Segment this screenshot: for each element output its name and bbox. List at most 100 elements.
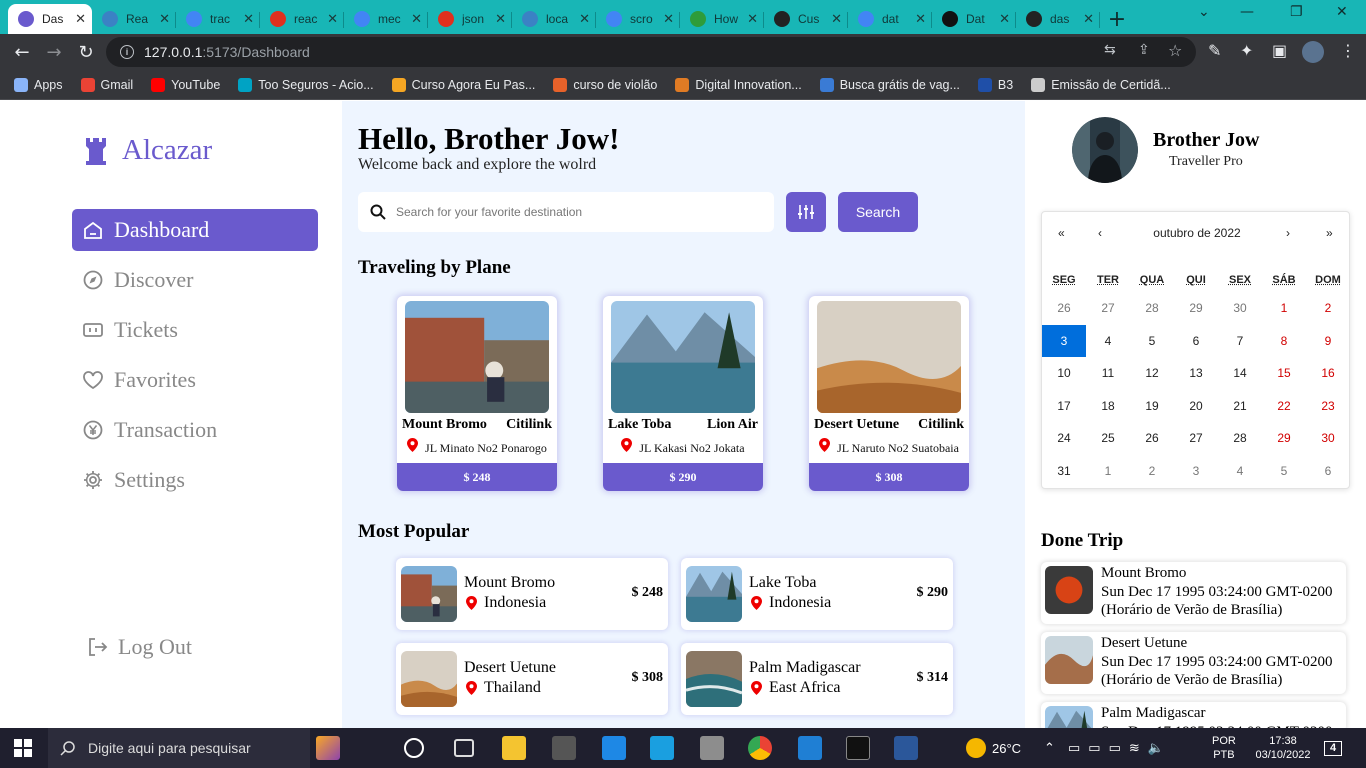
calendar-day[interactable]: 9 <box>1306 325 1350 357</box>
taskbar-l-app-icon[interactable] <box>650 736 674 760</box>
calendar-day[interactable]: 3 <box>1174 455 1218 487</box>
browser-tab[interactable]: json ✕ <box>428 4 512 34</box>
browser-tab[interactable]: scro ✕ <box>596 4 680 34</box>
calendar-day[interactable]: 4 <box>1218 455 1262 487</box>
taskbar-app-icon[interactable] <box>552 736 576 760</box>
tab-close-icon[interactable]: ✕ <box>411 11 422 27</box>
popular-card[interactable]: Desert Uetune Thailand $ 308 <box>396 643 668 715</box>
windows-start-icon[interactable] <box>14 739 32 757</box>
mail-icon[interactable] <box>602 736 626 760</box>
browser-tab[interactable]: dat ✕ <box>848 4 932 34</box>
browser-tab[interactable]: loca ✕ <box>512 4 596 34</box>
tray-system-icons[interactable]: ▭▭▭≋🔈 <box>1068 728 1172 768</box>
side-panel-icon[interactable]: ▣ <box>1272 41 1287 60</box>
bookmark-item[interactable]: YouTube <box>151 77 220 92</box>
calculator-icon[interactable] <box>700 736 724 760</box>
calendar-day[interactable]: 28 <box>1218 422 1262 454</box>
sidebar-item-settings[interactable]: Settings <box>72 459 318 501</box>
bookmark-item[interactable]: Emissão de Certidã... <box>1031 77 1171 92</box>
done-trip-item[interactable]: Desert Uetune Sun Dec 17 1995 03:24:00 G… <box>1041 632 1346 694</box>
tab-close-icon[interactable]: ✕ <box>495 11 506 27</box>
sidebar-item-discover[interactable]: Discover <box>72 259 318 301</box>
address-bar[interactable]: i 127.0.0.1:5173/Dashboard <box>106 37 1196 67</box>
calendar-day[interactable]: 1 <box>1262 292 1306 324</box>
calendar-day[interactable]: 2 <box>1306 292 1350 324</box>
close-window-icon[interactable]: ✕ <box>1336 4 1348 26</box>
calendar-day[interactable]: 14 <box>1218 357 1262 389</box>
calendar-day[interactable]: 5 <box>1262 455 1306 487</box>
extension-pen-icon[interactable]: ✎ <box>1208 41 1221 60</box>
calendar-day[interactable]: 29 <box>1262 422 1306 454</box>
browser-tab[interactable]: mec ✕ <box>344 4 428 34</box>
browser-tab[interactable]: How ✕ <box>680 4 764 34</box>
restore-icon[interactable]: ❐ <box>1290 4 1303 26</box>
vscode-icon[interactable] <box>798 736 822 760</box>
profile-avatar-icon[interactable] <box>1302 41 1324 63</box>
browser-tab[interactable]: Dat ✕ <box>932 4 1016 34</box>
sidebar-item-dashboard[interactable]: Dashboard <box>72 209 318 251</box>
new-tab-button[interactable]: + <box>1100 4 1134 34</box>
calendar-day[interactable]: 23 <box>1306 390 1350 422</box>
reload-icon[interactable]: ↻ <box>70 36 102 68</box>
calendar-day[interactable]: 6 <box>1306 455 1350 487</box>
destination-search-input[interactable]: Search for your favorite destination <box>358 192 774 232</box>
translate-icon[interactable]: ⇆ <box>1104 42 1116 58</box>
minimize-icon[interactable]: — <box>1240 4 1254 26</box>
word-icon[interactable] <box>894 736 918 760</box>
calendar-day[interactable]: 12 <box>1130 357 1174 389</box>
tab-close-icon[interactable]: ✕ <box>663 11 674 27</box>
calendar-day[interactable]: 27 <box>1174 422 1218 454</box>
bookmark-item[interactable]: Busca grátis de vag... <box>819 77 960 92</box>
task-view-icon[interactable] <box>404 738 424 758</box>
widgets-icon[interactable] <box>454 739 474 757</box>
terminal-icon[interactable] <box>846 736 870 760</box>
bookmark-item[interactable]: Gmail <box>80 77 133 92</box>
calendar-day[interactable]: 30 <box>1306 422 1350 454</box>
bookmark-item[interactable]: B3 <box>977 77 1013 92</box>
plane-card[interactable]: Lake Toba Lion Air JL Kakasi No2 Jokata … <box>603 296 763 491</box>
taskbar-app-art-icon[interactable] <box>316 736 340 760</box>
tab-search-icon[interactable]: ⌄ <box>1198 4 1210 26</box>
user-avatar[interactable] <box>1072 117 1138 183</box>
tab-close-icon[interactable]: ✕ <box>159 11 170 27</box>
browser-tab[interactable]: Rea ✕ <box>92 4 176 34</box>
calendar-day[interactable]: 10 <box>1042 357 1086 389</box>
calendar-day[interactable]: 30 <box>1218 292 1262 324</box>
browser-menu-icon[interactable]: ⋮ <box>1340 41 1356 60</box>
search-button[interactable]: Search <box>838 192 918 232</box>
tab-close-icon[interactable]: ✕ <box>1083 11 1094 27</box>
popular-card[interactable]: Palm Madigascar East Africa $ 314 <box>681 643 953 715</box>
tray-chevron-icon[interactable]: ⌃ <box>1044 728 1055 768</box>
calendar-day[interactable]: 6 <box>1174 325 1218 357</box>
calendar-day[interactable]: 18 <box>1086 390 1130 422</box>
sidebar-item-transaction[interactable]: Transaction <box>72 409 318 451</box>
bookmark-item[interactable]: Curso Agora Eu Pas... <box>391 77 535 92</box>
calendar-prev-month-button[interactable]: ‹ <box>1098 226 1102 240</box>
price-bar[interactable]: $ 290 <box>603 463 763 491</box>
browser-tab[interactable]: Cus ✕ <box>764 4 848 34</box>
calendar-day[interactable]: 13 <box>1174 357 1218 389</box>
calendar-day[interactable]: 4 <box>1086 325 1130 357</box>
bookmark-item[interactable]: Apps <box>14 77 63 92</box>
calendar-next-month-button[interactable]: › <box>1286 226 1290 240</box>
browser-tab[interactable]: Das ✕ <box>8 4 92 34</box>
calendar-prev-year-button[interactable]: « <box>1058 226 1065 240</box>
chrome-icon[interactable] <box>748 736 772 760</box>
calendar-day[interactable]: 25 <box>1086 422 1130 454</box>
calendar-day[interactable]: 31 <box>1042 455 1086 487</box>
plane-card[interactable]: Desert Uetune Citilink JL Naruto No2 Sua… <box>809 296 969 491</box>
calendar-day[interactable]: 8 <box>1262 325 1306 357</box>
sidebar-item-tickets[interactable]: Tickets <box>72 309 318 351</box>
browser-tab[interactable]: das ✕ <box>1016 4 1100 34</box>
calendar-month-label[interactable]: outubro de 2022 <box>1152 226 1242 240</box>
popular-card[interactable]: Mount Bromo Indonesia $ 248 <box>396 558 668 630</box>
calendar-day[interactable]: 26 <box>1042 292 1086 324</box>
calendar-day[interactable]: 19 <box>1130 390 1174 422</box>
calendar-day[interactable]: 21 <box>1218 390 1262 422</box>
browser-tab[interactable]: reac ✕ <box>260 4 344 34</box>
tab-close-icon[interactable]: ✕ <box>999 11 1010 27</box>
calendar-day[interactable]: 3 <box>1042 324 1086 357</box>
calendar-day[interactable]: 24 <box>1042 422 1086 454</box>
site-info-icon[interactable]: i <box>120 45 134 59</box>
back-icon[interactable]: ← <box>6 36 38 68</box>
